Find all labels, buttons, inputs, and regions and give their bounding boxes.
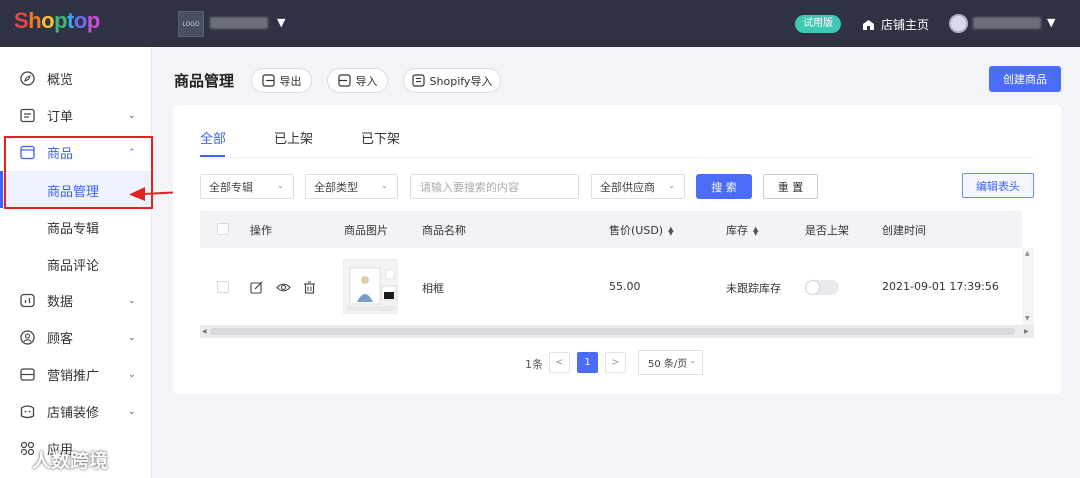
column-stock[interactable]: 库存 ▲ ▼ xyxy=(726,222,758,238)
export-button[interactable]: 导出 xyxy=(251,68,312,93)
tab-divider xyxy=(200,157,1034,158)
chevron-down-icon: ⌄ xyxy=(128,110,136,121)
brand-wordmark: Shoptop xyxy=(14,8,100,33)
decorate-icon xyxy=(20,405,35,419)
sidebar-item-data[interactable]: 数据 ⌄ xyxy=(0,282,152,319)
chevron-down-icon: ⌄ xyxy=(381,181,388,190)
view-icon[interactable] xyxy=(276,281,291,294)
type-select[interactable]: 全部类型 ⌄ xyxy=(305,174,398,199)
sidebar-item-overview[interactable]: 概览 xyxy=(0,60,152,97)
edit-icon[interactable] xyxy=(250,281,263,294)
sort-icon[interactable]: ▲ ▼ xyxy=(753,226,758,237)
brand-letter: o xyxy=(41,8,55,33)
create-product-button[interactable]: 创建商品 xyxy=(989,66,1061,92)
scroll-up-icon[interactable]: ▲ xyxy=(1025,250,1030,257)
product-thumbnail[interactable] xyxy=(343,259,398,314)
chevron-down-icon: ⌄ xyxy=(128,295,136,306)
watermark-logo-icon xyxy=(7,450,25,469)
trial-badge: 试用版 xyxy=(795,15,841,33)
product-image xyxy=(344,260,397,313)
pagination-total: 1条 xyxy=(525,358,543,371)
export-icon xyxy=(261,74,275,87)
scroll-left-icon[interactable]: ◀ xyxy=(202,328,207,335)
tab-unlisted[interactable]: 已下架 xyxy=(361,128,400,147)
reset-button[interactable]: 重 置 xyxy=(763,174,818,199)
watermark: 人数跨境 xyxy=(6,446,108,473)
sidebar-item-decoration[interactable]: 店铺装修 ⌄ xyxy=(0,393,152,430)
brand-letter: p xyxy=(86,8,100,33)
product-name[interactable]: 相框 xyxy=(422,280,444,296)
delete-icon[interactable] xyxy=(303,281,316,294)
column-price[interactable]: 售价(USD) ▲ ▼ xyxy=(609,222,673,238)
store-dropdown-caret-icon[interactable]: ▼ xyxy=(277,16,285,29)
sidebar-item-customers[interactable]: 顾客 ⌄ xyxy=(0,319,152,356)
store-name-blurred[interactable] xyxy=(210,17,268,29)
product-stock: 未跟踪库存 xyxy=(726,282,781,295)
row-checkbox[interactable] xyxy=(217,281,229,293)
page-title: 商品管理 xyxy=(174,72,235,90)
edit-columns-button[interactable]: 编辑表头 xyxy=(962,173,1034,198)
horizontal-scrollbar[interactable]: ◀ ▶ xyxy=(200,325,1034,338)
customer-icon xyxy=(20,330,35,345)
brand-letter: S xyxy=(14,8,29,33)
order-icon xyxy=(20,108,35,123)
sort-icon[interactable]: ▲ ▼ xyxy=(668,226,673,237)
sidebar-subitem-reviews[interactable]: 商品评论 xyxy=(0,245,152,282)
chevron-down-icon: ⌄ xyxy=(128,406,136,417)
chevron-down-icon: ⌄ xyxy=(128,332,136,343)
search-input[interactable]: 请输入要搜索的内容 xyxy=(410,174,579,199)
import-button[interactable]: 导入 xyxy=(327,68,388,93)
shopify-icon xyxy=(411,74,425,87)
tab-listed[interactable]: 已上架 xyxy=(274,128,313,147)
search-button[interactable]: 搜 索 xyxy=(696,174,752,199)
sidebar-item-marketing[interactable]: 营销推广 ⌄ xyxy=(0,356,152,393)
sidebar-subitem-collections[interactable]: 商品专辑 xyxy=(0,208,152,245)
sidebar-item-orders[interactable]: 订单 ⌄ xyxy=(0,97,152,134)
product-price: 55.00 xyxy=(609,280,641,293)
marketing-icon xyxy=(20,368,35,381)
store-icon xyxy=(863,19,874,30)
chart-icon xyxy=(20,293,35,308)
supplier-select[interactable]: 全部供应商 ⌄ xyxy=(591,174,685,199)
brand-letter: h xyxy=(28,8,42,33)
column-listed: 是否上架 xyxy=(805,224,849,237)
collection-select[interactable]: 全部专辑 ⌄ xyxy=(200,174,294,199)
store-home-link[interactable]: 店铺主页 xyxy=(862,16,929,33)
tab-all[interactable]: 全部 xyxy=(200,128,226,147)
next-page-button[interactable]: > xyxy=(605,352,626,373)
active-tab-indicator xyxy=(200,155,225,157)
brand-letter: t xyxy=(67,8,74,33)
scroll-down-icon[interactable]: ▼ xyxy=(1025,315,1030,322)
chevron-down-icon: ⌄ xyxy=(277,181,284,190)
brand-letter: p xyxy=(54,8,68,33)
user-name-blurred[interactable] xyxy=(973,17,1041,29)
scrollbar-thumb[interactable] xyxy=(210,328,1015,335)
compass-icon xyxy=(20,71,35,86)
user-dropdown-caret-icon[interactable]: ▼ xyxy=(1047,16,1055,29)
listed-toggle[interactable] xyxy=(805,280,839,295)
brand-logo[interactable]: Shoptop xyxy=(14,8,154,38)
vertical-scrollbar[interactable]: ▲ ▼ xyxy=(1022,248,1034,325)
column-name: 商品名称 xyxy=(422,224,466,237)
page-size-select[interactable]: 50 条/页 ⌄ xyxy=(638,350,703,375)
store-logo[interactable]: LOGO xyxy=(178,11,204,37)
column-created: 创建时间 xyxy=(882,224,926,237)
product-created-time: 2021-09-01 17:39:56 xyxy=(882,280,999,293)
current-page-button[interactable]: 1 xyxy=(577,352,598,373)
column-actions: 操作 xyxy=(250,224,272,237)
top-bar: Shoptop LOGO ▼ 试用版 店铺主页 ▼ xyxy=(0,0,1080,47)
product-list-card xyxy=(173,105,1061,394)
import-icon xyxy=(337,74,351,87)
toggle-knob xyxy=(806,281,819,294)
scroll-right-icon[interactable]: ▶ xyxy=(1024,328,1029,335)
prev-page-button[interactable]: < xyxy=(549,352,570,373)
user-avatar[interactable] xyxy=(949,14,968,33)
column-image: 商品图片 xyxy=(344,224,388,237)
brand-letter: o xyxy=(73,8,87,33)
shopify-import-button[interactable]: Shopify导入 xyxy=(403,68,501,93)
chevron-down-icon: ⌄ xyxy=(689,356,696,365)
chevron-down-icon: ⌄ xyxy=(128,369,136,380)
chevron-down-icon: ⌄ xyxy=(668,181,675,190)
select-all-checkbox[interactable] xyxy=(217,223,229,235)
